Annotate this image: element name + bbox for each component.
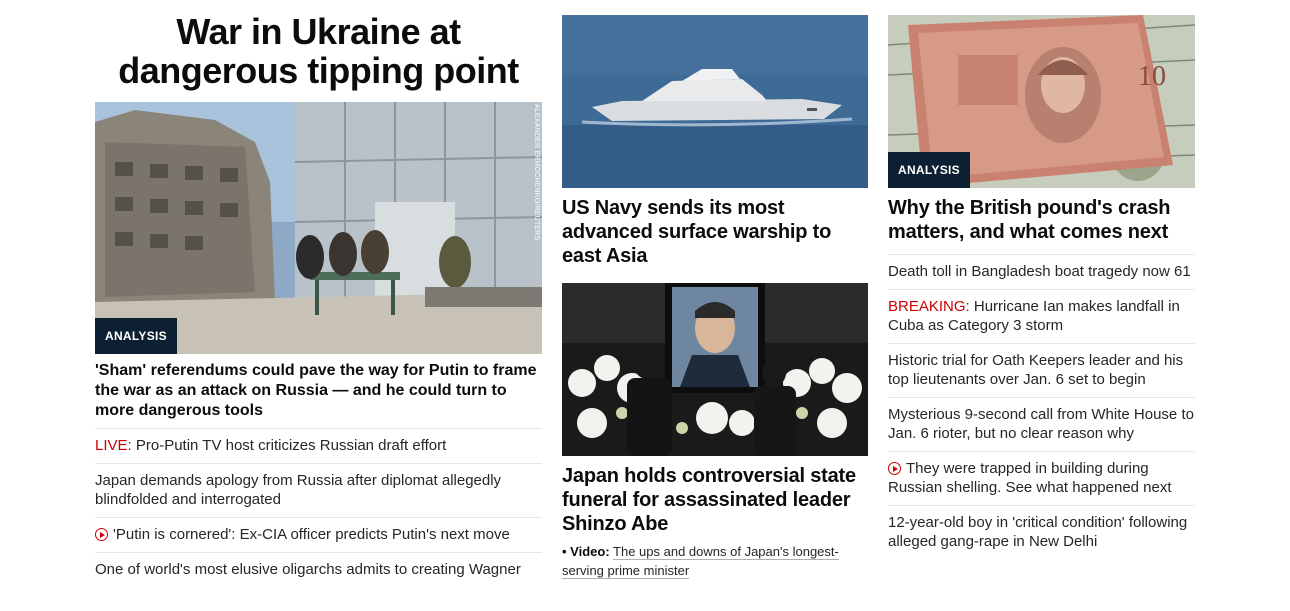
live-label: LIVE: bbox=[95, 437, 132, 454]
note-numeral: 10 bbox=[1138, 61, 1166, 92]
breaking-label: BREAKING: bbox=[888, 298, 970, 315]
warship-photo-image bbox=[562, 15, 868, 188]
play-video-icon bbox=[888, 462, 901, 475]
link-text: Japan demands apology from Russia after … bbox=[95, 472, 502, 508]
funeral-photo[interactable] bbox=[562, 283, 868, 456]
link-text: Historic trial for Oath Keepers leader a… bbox=[888, 352, 1184, 388]
list-item[interactable]: One of world's most elusive oligarchs ad… bbox=[95, 552, 542, 587]
list-item[interactable]: Japan demands apology from Russia after … bbox=[95, 463, 542, 517]
list-item[interactable]: Mysterious 9-second call from White Hous… bbox=[888, 397, 1195, 451]
list-item[interactable]: BREAKING: Hurricane Ian makes landfall i… bbox=[888, 289, 1195, 343]
video-label: • Video: bbox=[562, 544, 610, 559]
photo-credit: ALEXANDER ERMOCHENKO/REUTERS bbox=[533, 104, 540, 241]
headlines-list: Death toll in Bangladesh boat tragedy no… bbox=[888, 254, 1195, 559]
funeral-photo-image bbox=[562, 283, 868, 456]
related-links-list: LIVE: Pro-Putin TV host criticizes Russi… bbox=[95, 428, 542, 587]
link-text: One of world's most elusive oligarchs ad… bbox=[95, 561, 521, 578]
video-link[interactable]: • Video: The ups and downs of Japan's lo… bbox=[562, 542, 868, 580]
list-item[interactable]: 'Putin is cornered': Ex-CIA officer pred… bbox=[95, 517, 542, 552]
link-text: 12-year-old boy in 'critical condition' … bbox=[888, 514, 1188, 550]
top-story-lead[interactable]: 'Sham' referendums could pave the way fo… bbox=[95, 361, 542, 421]
currency-photo[interactable]: 10 ANALYSIS bbox=[888, 15, 1195, 188]
top-story-column: War in Ukraine at dangerous tipping poin… bbox=[95, 0, 542, 587]
top-story-headline[interactable]: War in Ukraine at dangerous tipping poin… bbox=[95, 12, 542, 90]
warship-photo[interactable] bbox=[562, 15, 868, 188]
list-item[interactable]: Death toll in Bangladesh boat tragedy no… bbox=[888, 254, 1195, 289]
middle-column: US Navy sends its most advanced surface … bbox=[562, 0, 868, 580]
link-text: 'Putin is cornered': Ex-CIA officer pred… bbox=[113, 526, 510, 543]
link-text: Mysterious 9-second call from White Hous… bbox=[888, 406, 1194, 442]
list-item[interactable]: 12-year-old boy in 'critical condition' … bbox=[888, 505, 1195, 559]
list-item[interactable]: They were trapped in building during Rus… bbox=[888, 451, 1195, 505]
play-video-icon bbox=[95, 528, 108, 541]
list-item[interactable]: LIVE: Pro-Putin TV host criticizes Russi… bbox=[95, 428, 542, 463]
ukraine-photo-image bbox=[95, 102, 542, 354]
analysis-badge: ANALYSIS bbox=[888, 152, 970, 188]
warship-headline[interactable]: US Navy sends its most advanced surface … bbox=[562, 196, 868, 268]
list-item[interactable]: Historic trial for Oath Keepers leader a… bbox=[888, 343, 1195, 397]
link-text: Pro-Putin TV host criticizes Russian dra… bbox=[135, 437, 447, 454]
right-column: 10 ANALYSIS Why the British pound's cras… bbox=[888, 0, 1195, 559]
link-text: Death toll in Bangladesh boat tragedy no… bbox=[888, 263, 1191, 280]
ukraine-photo[interactable]: ALEXANDER ERMOCHENKO/REUTERS ANALYSIS bbox=[95, 102, 542, 354]
analysis-badge: ANALYSIS bbox=[95, 318, 177, 354]
link-text: They were trapped in building during Rus… bbox=[888, 460, 1172, 496]
pound-headline[interactable]: Why the British pound's crash matters, a… bbox=[888, 196, 1195, 244]
funeral-headline[interactable]: Japan holds controversial state funeral … bbox=[562, 464, 868, 536]
